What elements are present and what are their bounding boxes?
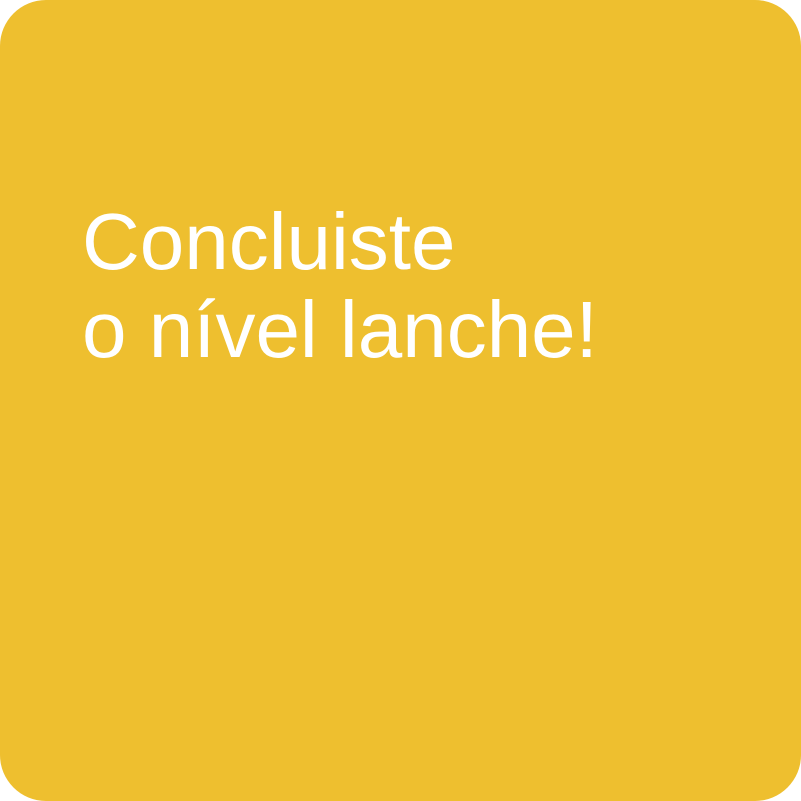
completion-message: Concluiste o nível lanche! xyxy=(82,198,598,374)
completion-message-line-2: o nível lanche! xyxy=(82,285,598,374)
level-complete-card: Concluiste o nível lanche! xyxy=(0,0,801,801)
completion-message-line-1: Concluiste xyxy=(82,197,456,286)
